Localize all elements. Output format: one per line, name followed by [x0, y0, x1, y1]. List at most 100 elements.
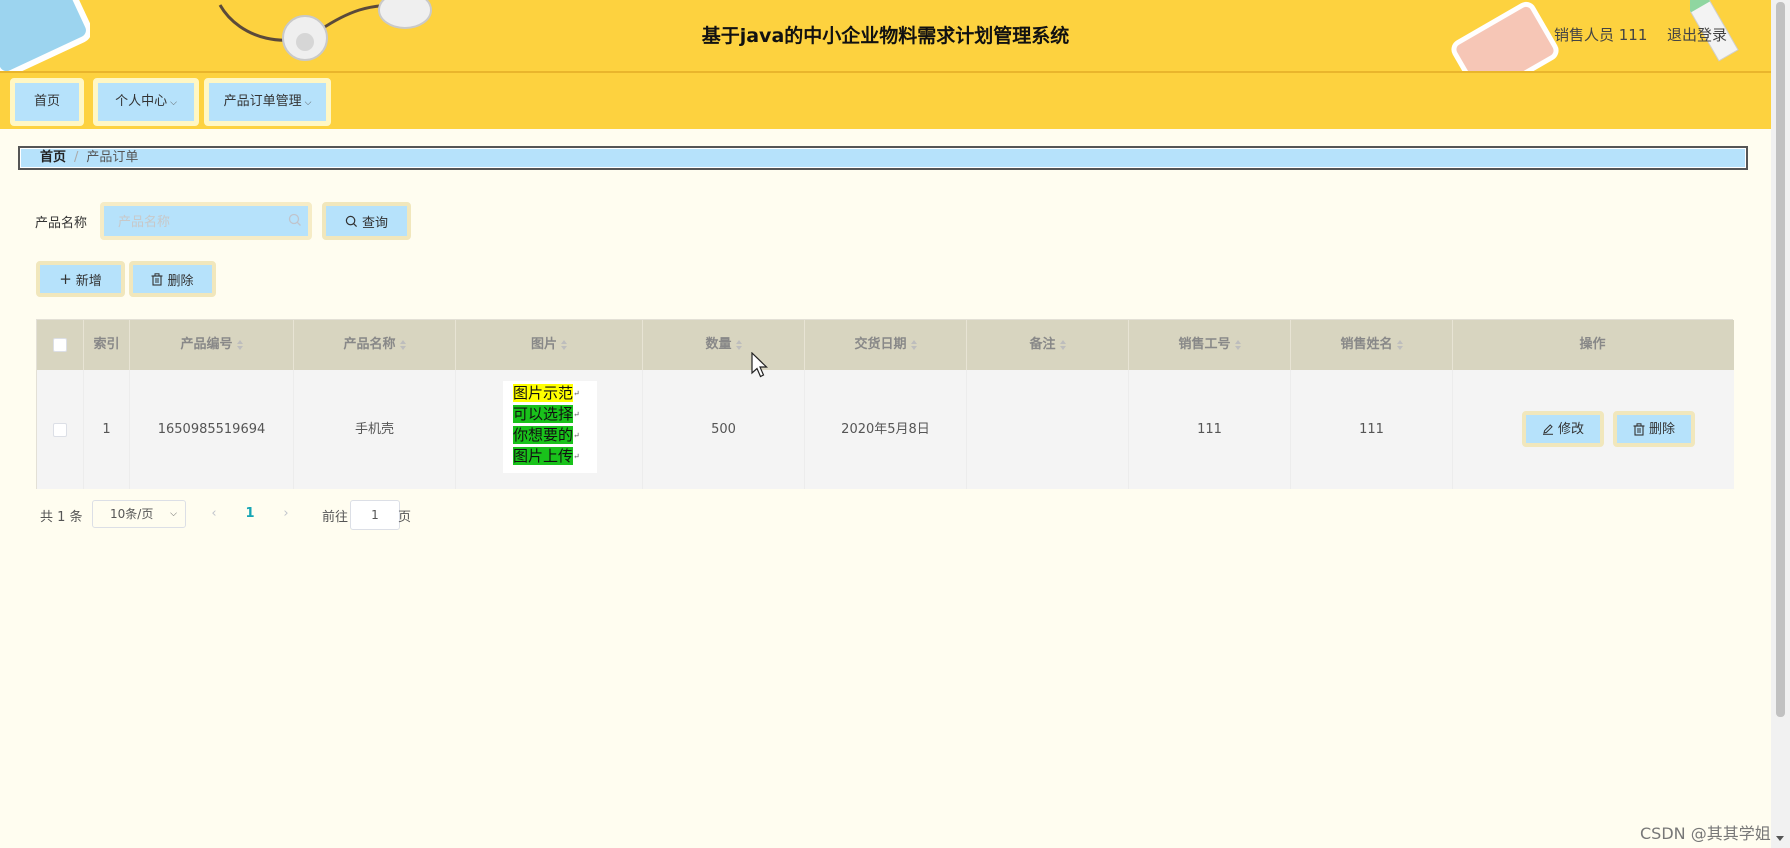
nav-item-home[interactable]: 首页	[10, 78, 84, 126]
pagination-total: 共 1 条	[40, 510, 83, 525]
breadcrumb-current: 产品订单	[86, 150, 139, 165]
select-all-checkbox[interactable]	[53, 337, 67, 352]
search-label: 产品名称	[35, 216, 88, 231]
sort-icon[interactable]	[1396, 339, 1403, 350]
column-header-label: 操作	[1579, 337, 1606, 352]
plus-icon: +	[59, 270, 72, 288]
column-sales-id[interactable]: 销售工号	[1129, 320, 1291, 370]
cell-quantity: 500	[643, 370, 805, 489]
image-text-line: 你想要的	[513, 426, 574, 444]
column-header-label: 销售姓名	[1340, 337, 1393, 352]
query-button-label: 查询	[361, 215, 388, 231]
column-product-no[interactable]: 产品编号	[130, 320, 294, 370]
column-header-label: 索引	[93, 337, 120, 352]
column-header-label: 销售工号	[1178, 337, 1231, 352]
nav-item-label: 产品订单管理	[223, 94, 302, 109]
return-mark-icon: ↵	[573, 410, 580, 419]
next-page-button[interactable]: ›	[272, 500, 300, 528]
row-checkbox[interactable]	[53, 422, 67, 437]
column-remark[interactable]: 备注	[967, 320, 1129, 370]
table-row[interactable]: 1 1650985519694 手机壳 图片示范↵ 可以选择↵ 你想要的↵ 图片…	[37, 370, 1734, 489]
nav-item-product-order-management[interactable]: 产品订单管理 ⌵	[204, 78, 331, 126]
image-text-line: 图片示范	[513, 384, 574, 402]
table-header: 索引 产品编号 产品名称 图片 数量 交货日期 备注 销售工号 销售姓名 操作	[37, 320, 1734, 370]
top-header: 基于java的中小企业物料需求计划管理系统 销售人员 111 退出登录	[0, 0, 1771, 71]
sort-icon[interactable]	[735, 339, 742, 350]
page-number-current[interactable]: 1	[240, 500, 260, 528]
cell-index: 1	[84, 370, 130, 489]
column-header-label: 图片	[530, 337, 557, 352]
image-text-line: 可以选择	[513, 405, 574, 423]
edit-icon	[1542, 424, 1553, 435]
sort-icon[interactable]	[1234, 339, 1241, 350]
chevron-down-icon: ⌵	[170, 98, 177, 108]
query-button[interactable]: 查询	[322, 202, 411, 240]
goto-label: 前往	[322, 510, 349, 525]
cell-product-no: 1650985519694	[130, 370, 294, 489]
column-actions: 操作	[1453, 320, 1732, 370]
trash-icon	[151, 272, 163, 286]
trash-icon	[1633, 422, 1645, 436]
watermark: CSDN @其其学姐	[1640, 824, 1771, 843]
page-title: 基于java的中小企业物料需求计划管理系统	[701, 25, 1070, 47]
return-mark-icon: ↵	[573, 389, 580, 398]
sort-icon[interactable]	[910, 339, 917, 350]
cell-sales-id: 111	[1129, 370, 1291, 489]
cell-product-name: 手机壳	[294, 370, 456, 489]
sort-icon[interactable]	[561, 339, 567, 350]
column-header-label: 数量	[705, 337, 732, 352]
chevron-down-icon: ⌵	[304, 98, 312, 108]
nav-item-label: 个人中心	[115, 94, 168, 109]
column-select-all	[37, 320, 84, 370]
column-index: 索引	[84, 320, 130, 370]
column-sales-name[interactable]: 销售姓名	[1291, 320, 1453, 370]
add-button-label: 新增	[75, 273, 102, 289]
column-product-name[interactable]: 产品名称	[294, 320, 456, 370]
delete-button[interactable]: 删除	[1613, 411, 1695, 447]
edit-button[interactable]: 修改	[1522, 411, 1604, 447]
search-icon	[345, 215, 358, 227]
page-size-select[interactable]: 10条/页 ⌵	[92, 500, 186, 528]
nav-item-personal-center[interactable]: 个人中心 ⌵	[93, 78, 199, 126]
sort-icon[interactable]	[399, 339, 406, 350]
goto-page-input[interactable]	[350, 500, 400, 530]
page-size-value: 10条/页	[110, 507, 154, 521]
add-button[interactable]: + 新增	[36, 261, 125, 297]
search-input[interactable]	[116, 206, 280, 238]
column-image[interactable]: 图片	[456, 320, 643, 370]
breadcrumb: 首页 / 产品订单	[18, 146, 1748, 170]
prev-page-button[interactable]: ‹	[200, 500, 228, 528]
delete-button-label: 删除	[1648, 421, 1675, 437]
goto-unit-label: 页	[398, 510, 412, 525]
return-mark-icon: ↵	[573, 431, 580, 440]
breadcrumb-separator: /	[74, 150, 79, 165]
sort-icon[interactable]	[1059, 339, 1066, 350]
cell-image: 图片示范↵ 可以选择↵ 你想要的↵ 图片上传↵	[456, 370, 643, 489]
scroll-down-arrow-icon[interactable]	[1776, 836, 1784, 841]
logout-link[interactable]: 退出登录	[1667, 24, 1727, 45]
mouse-cursor-icon	[751, 352, 768, 378]
cell-actions: 修改 删除	[1453, 370, 1732, 489]
nav-item-label: 首页	[33, 94, 60, 109]
chevron-down-icon: ⌵	[170, 509, 177, 519]
batch-delete-button[interactable]: 删除	[129, 261, 216, 297]
column-header-label: 交货日期	[854, 337, 907, 352]
vertical-scrollbar[interactable]	[1771, 0, 1790, 848]
column-delivery-date[interactable]: 交货日期	[805, 320, 967, 370]
product-order-table: 索引 产品编号 产品名称 图片 数量 交货日期 备注 销售工号 销售姓名 操作 …	[36, 319, 1734, 489]
product-image-thumbnail[interactable]: 图片示范↵ 可以选择↵ 你想要的↵ 图片上传↵	[503, 381, 597, 473]
edit-button-label: 修改	[1557, 421, 1584, 437]
breadcrumb-home[interactable]: 首页	[40, 150, 66, 165]
search-icon	[288, 213, 301, 226]
search-input-wrapper	[100, 202, 312, 240]
column-header-label: 产品编号	[180, 337, 233, 352]
return-mark-icon: ↵	[573, 452, 580, 461]
cell-remark	[967, 370, 1129, 489]
scrollbar-thumb[interactable]	[1776, 2, 1785, 717]
cell-select	[37, 370, 84, 489]
batch-delete-button-label: 删除	[167, 273, 194, 289]
column-header-label: 产品名称	[343, 337, 396, 352]
image-text-line: 图片上传	[513, 447, 574, 465]
sort-icon[interactable]	[236, 339, 243, 350]
column-quantity[interactable]: 数量	[643, 320, 805, 370]
